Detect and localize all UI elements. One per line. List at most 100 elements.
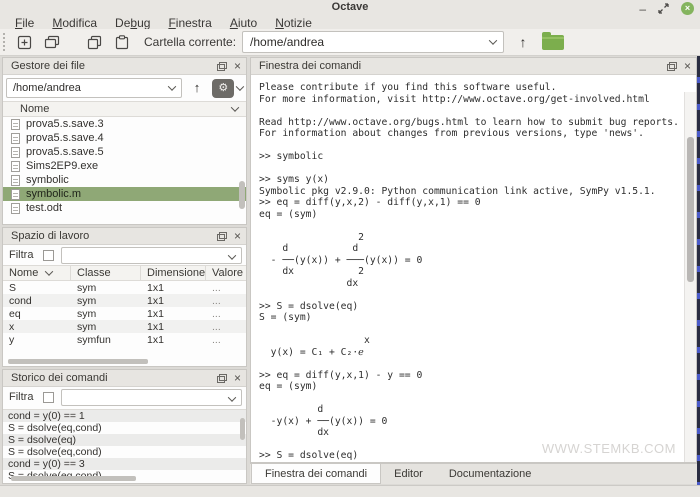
file-column-header[interactable]: Nome <box>3 101 246 117</box>
file-icon <box>11 133 20 144</box>
history-entry[interactable]: cond = y(0) == 1 <box>3 410 246 422</box>
workspace-panel: Spazio di lavoro × Filtra Nome Classe Di… <box>2 227 247 367</box>
undock-icon[interactable] <box>217 374 227 383</box>
close-panel-icon[interactable]: × <box>234 61 241 71</box>
menu-aiuto[interactable]: Aiuto <box>221 16 266 29</box>
file-item-selected[interactable]: symbolic.m <box>3 187 246 201</box>
history-entry[interactable]: cond = y(0) == 3 <box>3 458 246 470</box>
menu-modifica[interactable]: Modifica <box>43 16 106 29</box>
watermark: WWW.STEMKB.COM <box>542 441 676 456</box>
chevron-down-icon[interactable] <box>163 79 181 97</box>
table-row[interactable]: ysymfun1x1... <box>3 333 246 346</box>
scrollbar-thumb[interactable] <box>240 418 245 440</box>
command-window-title: Finestra dei comandi <box>259 60 667 72</box>
main-toolbar: Cartella corrente: /home/andrea ↑ <box>0 29 700 56</box>
chevron-down-icon[interactable] <box>223 390 241 408</box>
workspace-table: Ssym1x1... condsym1x1... eqsym1x1... xsy… <box>3 281 246 346</box>
chevron-down-icon[interactable] <box>236 82 244 90</box>
table-row[interactable]: condsym1x1... <box>3 294 246 307</box>
current-dir-label: Cartella corrente: <box>144 35 236 49</box>
sort-chevron-icon[interactable] <box>231 103 239 111</box>
scrollbar-track[interactable] <box>684 92 696 462</box>
history-title: Storico dei comandi <box>11 372 217 384</box>
sort-chevron-icon <box>45 267 53 275</box>
menu-bar: File Modifica Debug Finestra Aiuto Notiz… <box>0 16 700 29</box>
history-entry[interactable]: S = dsolve(eq,cond) <box>3 422 246 434</box>
chevron-down-icon[interactable] <box>483 32 503 52</box>
history-list: cond = y(0) == 1 S = dsolve(eq,cond) S =… <box>3 409 246 482</box>
chevron-down-icon[interactable] <box>223 248 241 266</box>
file-icon <box>11 147 20 158</box>
paste-icon[interactable] <box>110 31 134 53</box>
file-browser-title: Gestore dei file <box>11 60 217 72</box>
file-item[interactable]: prova5.s.save.4 <box>3 131 246 145</box>
folder-up-button[interactable]: ↑ <box>188 78 206 98</box>
file-icon <box>11 175 20 186</box>
menu-debug[interactable]: Debug <box>106 16 159 29</box>
command-history-panel: Storico dei comandi × Filtra cond = y(0)… <box>2 369 247 484</box>
path-combobox[interactable]: /home/andrea <box>6 78 182 98</box>
table-row[interactable]: xsym1x1... <box>3 320 246 333</box>
terminal-text: Please contribute if you find this softw… <box>251 75 696 462</box>
tab-finestra-dei-comandi[interactable]: Finestra dei comandi <box>251 464 381 484</box>
browse-folder-icon[interactable] <box>542 35 564 50</box>
gear-icon[interactable]: ⚙ <box>212 79 234 98</box>
filter-label: Filtra <box>9 391 33 403</box>
file-item[interactable]: prova5.s.save.3 <box>3 117 246 131</box>
close-panel-icon[interactable]: × <box>234 373 241 383</box>
file-item[interactable]: Sims2EP9.exe <box>3 159 246 173</box>
status-bar <box>0 485 700 497</box>
terminal-output-area[interactable]: Please contribute if you find this softw… <box>251 75 696 462</box>
column-header-dimensione[interactable]: Dimensione <box>141 266 206 280</box>
undock-icon[interactable] <box>217 232 227 241</box>
window-title: Octave <box>0 1 700 13</box>
filter-checkbox[interactable] <box>43 392 54 403</box>
current-dir-combobox[interactable]: /home/andrea <box>242 31 504 53</box>
close-button[interactable]: × <box>681 2 694 15</box>
bottom-tab-bar: Finestra dei comandi Editor Documentazio… <box>250 463 697 484</box>
column-header-classe[interactable]: Classe <box>71 266 141 280</box>
table-row[interactable]: eqsym1x1... <box>3 307 246 320</box>
undock-icon[interactable] <box>217 62 227 71</box>
filter-label: Filtra <box>9 249 33 261</box>
tab-documentazione[interactable]: Documentazione <box>436 464 545 484</box>
column-header-nome[interactable]: Nome <box>3 266 71 280</box>
new-script-icon[interactable] <box>12 31 36 53</box>
file-icon <box>11 161 20 172</box>
menu-file[interactable]: File <box>6 16 43 29</box>
workspace-title: Spazio di lavoro <box>11 230 217 242</box>
minimize-button[interactable]: – <box>639 3 646 15</box>
scrollbar-thumb[interactable] <box>687 137 694 282</box>
menu-finestra[interactable]: Finestra <box>159 16 220 29</box>
maximize-icon[interactable] <box>658 3 669 14</box>
open-window-icon[interactable] <box>40 31 64 53</box>
scrollbar-thumb[interactable] <box>8 359 148 364</box>
file-item[interactable]: symbolic <box>3 173 246 187</box>
copy-icon[interactable] <box>82 31 106 53</box>
current-dir-value: /home/andrea <box>250 35 324 49</box>
history-entry[interactable]: S = dsolve(eq,cond) <box>3 446 246 458</box>
table-row[interactable]: Ssym1x1... <box>3 281 246 294</box>
command-window-panel: Finestra dei comandi × Please contribute… <box>250 57 697 463</box>
workspace-table-header: Nome Classe Dimensione Valore <box>3 265 246 281</box>
filter-combobox[interactable] <box>61 247 242 264</box>
undock-icon[interactable] <box>667 62 677 71</box>
file-browser-panel: Gestore dei file × /home/andrea ↑ ⚙ Nome… <box>2 57 247 225</box>
tab-editor[interactable]: Editor <box>381 464 436 484</box>
menu-notizie[interactable]: Notizie <box>266 16 321 29</box>
file-icon <box>11 203 20 214</box>
file-item[interactable]: prova5.s.save.5 <box>3 145 246 159</box>
filter-combobox[interactable] <box>61 389 242 406</box>
column-header-valore[interactable]: Valore <box>206 266 246 280</box>
history-entry[interactable]: S = dsolve(eq) <box>3 434 246 446</box>
filter-checkbox[interactable] <box>43 250 54 261</box>
path-value: /home/andrea <box>13 82 81 94</box>
close-panel-icon[interactable]: × <box>684 61 691 71</box>
dir-up-button[interactable]: ↑ <box>512 31 534 53</box>
toolbar-drag-handle[interactable] <box>3 33 6 51</box>
file-item[interactable]: test.odt <box>3 201 246 215</box>
scrollbar-thumb[interactable] <box>239 181 245 209</box>
title-bar: Octave – × <box>0 0 700 16</box>
close-panel-icon[interactable]: × <box>234 231 241 241</box>
scrollbar-thumb[interactable] <box>11 476 136 481</box>
